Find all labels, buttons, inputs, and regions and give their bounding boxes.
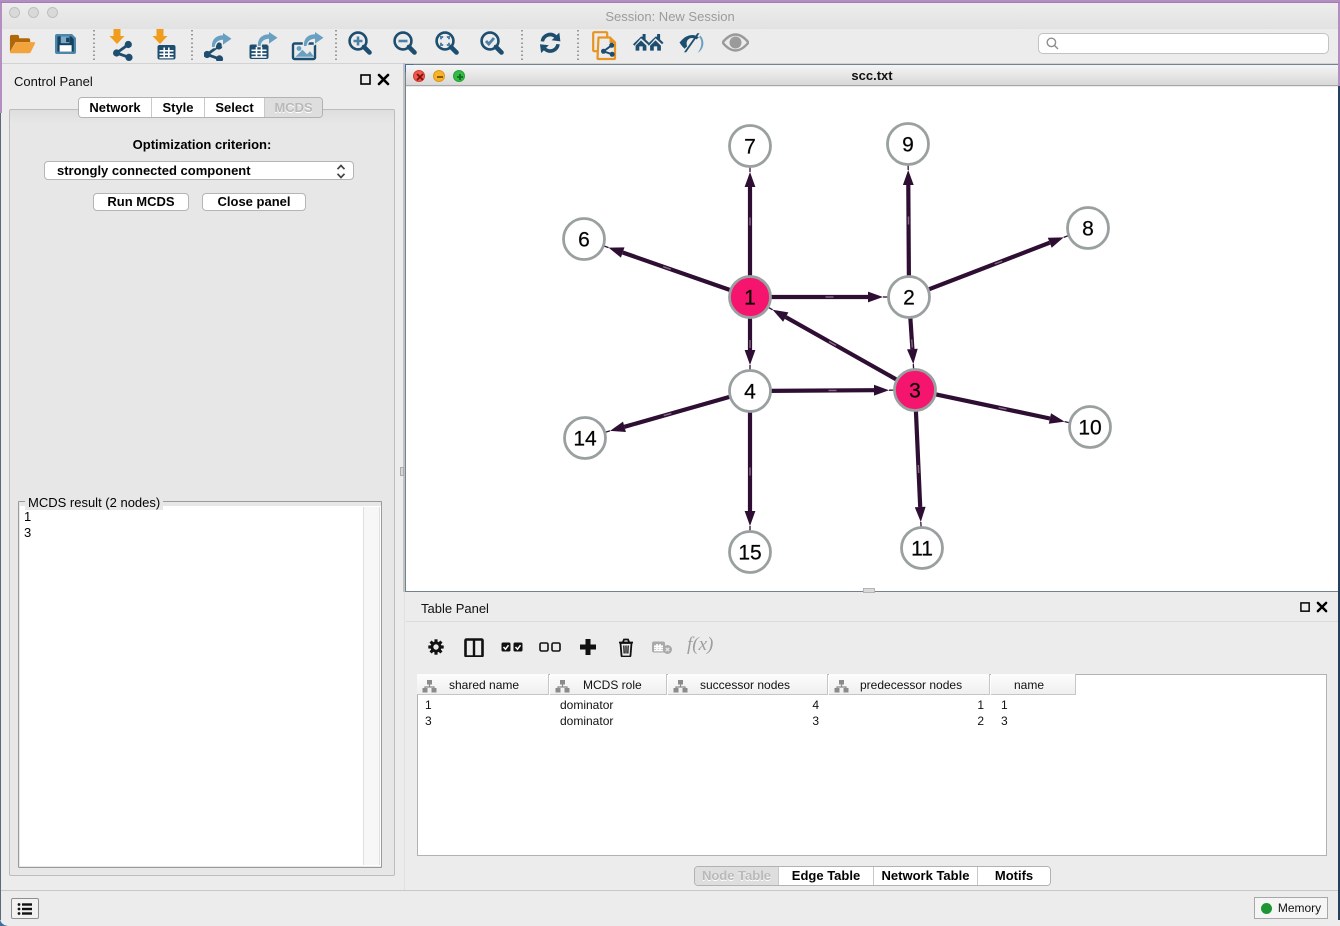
svg-text:15: 15 <box>738 541 761 564</box>
svg-text:9: 9 <box>902 133 914 156</box>
svg-text:14: 14 <box>573 427 597 450</box>
svg-text:8: 8 <box>1082 217 1094 240</box>
svg-text:7: 7 <box>744 135 756 158</box>
svg-text:6: 6 <box>578 228 590 251</box>
svg-text:2: 2 <box>903 286 915 309</box>
svg-text:1: 1 <box>744 286 756 309</box>
svg-text:3: 3 <box>909 379 921 402</box>
svg-text:10: 10 <box>1078 416 1101 439</box>
svg-text:4: 4 <box>744 380 756 403</box>
svg-text:11: 11 <box>911 537 933 560</box>
